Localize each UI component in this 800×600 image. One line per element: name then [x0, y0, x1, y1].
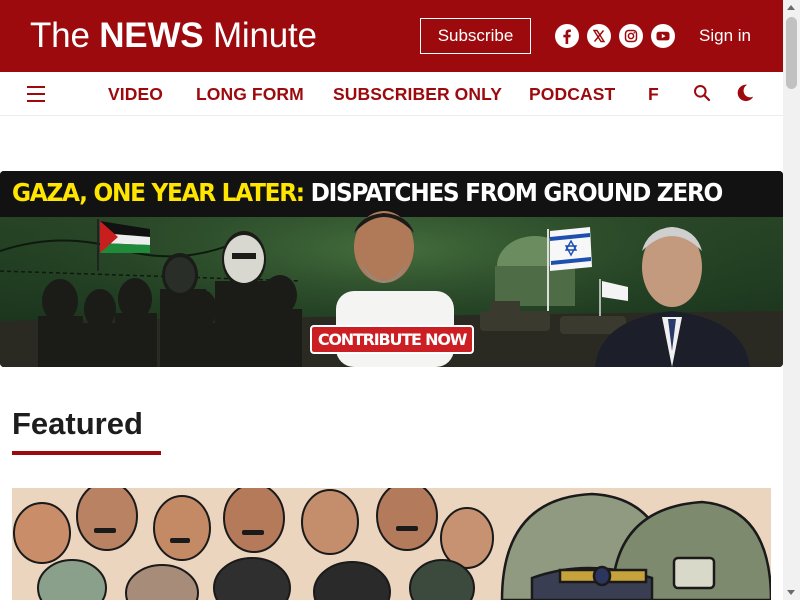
nav-item-truncated[interactable]: F: [648, 83, 659, 105]
search-icon[interactable]: [693, 84, 711, 102]
youtube-icon[interactable]: [651, 24, 675, 48]
nav-item-video[interactable]: VIDEO: [108, 83, 163, 105]
dark-mode-moon-icon[interactable]: [735, 83, 755, 103]
featured-story-image[interactable]: [12, 488, 771, 600]
sign-in-link[interactable]: Sign in: [699, 25, 751, 47]
nav-item-subscriber-only[interactable]: SUBSCRIBER ONLY: [333, 83, 502, 105]
main-nav: VIDEO LONG FORM SUBSCRIBER ONLY PODCAST …: [0, 72, 783, 116]
featured-underline: [12, 451, 161, 455]
subscribe-button[interactable]: Subscribe: [420, 18, 531, 54]
scroll-down-arrow-icon[interactable]: [787, 590, 795, 595]
scroll-up-arrow-icon[interactable]: [787, 5, 795, 10]
x-twitter-icon[interactable]: [587, 24, 611, 48]
banner-title: GAZA, ONE YEAR LATER: DISPATCHES FROM GR…: [12, 174, 724, 212]
banner-title-highlight: GAZA, ONE YEAR LATER:: [12, 178, 305, 207]
site-header: The NEWS Minute Subscribe Sign in: [0, 0, 783, 72]
logo-text-minute: Minute: [203, 16, 317, 55]
site-logo[interactable]: The NEWS Minute: [30, 15, 317, 57]
featured-heading: Featured: [12, 406, 143, 441]
featured-illustration: [12, 488, 771, 600]
nav-item-podcast[interactable]: PODCAST: [529, 83, 615, 105]
nav-item-long-form[interactable]: LONG FORM: [196, 83, 304, 105]
logo-text-the: The: [30, 16, 100, 55]
facebook-icon[interactable]: [555, 24, 579, 48]
logo-text-news: NEWS: [99, 16, 204, 55]
nav-overflow: F: [640, 72, 660, 116]
page-scrollbar[interactable]: [783, 0, 800, 600]
page: The NEWS Minute Subscribe Sign in VIDEO …: [0, 0, 800, 600]
scrollbar-thumb[interactable]: [786, 17, 797, 89]
banner-title-rest: DISPATCHES FROM GROUND ZERO: [303, 178, 724, 207]
instagram-icon[interactable]: [619, 24, 643, 48]
menu-icon[interactable]: [27, 86, 45, 102]
contribute-now-button[interactable]: CONTRIBUTE NOW: [310, 325, 474, 354]
